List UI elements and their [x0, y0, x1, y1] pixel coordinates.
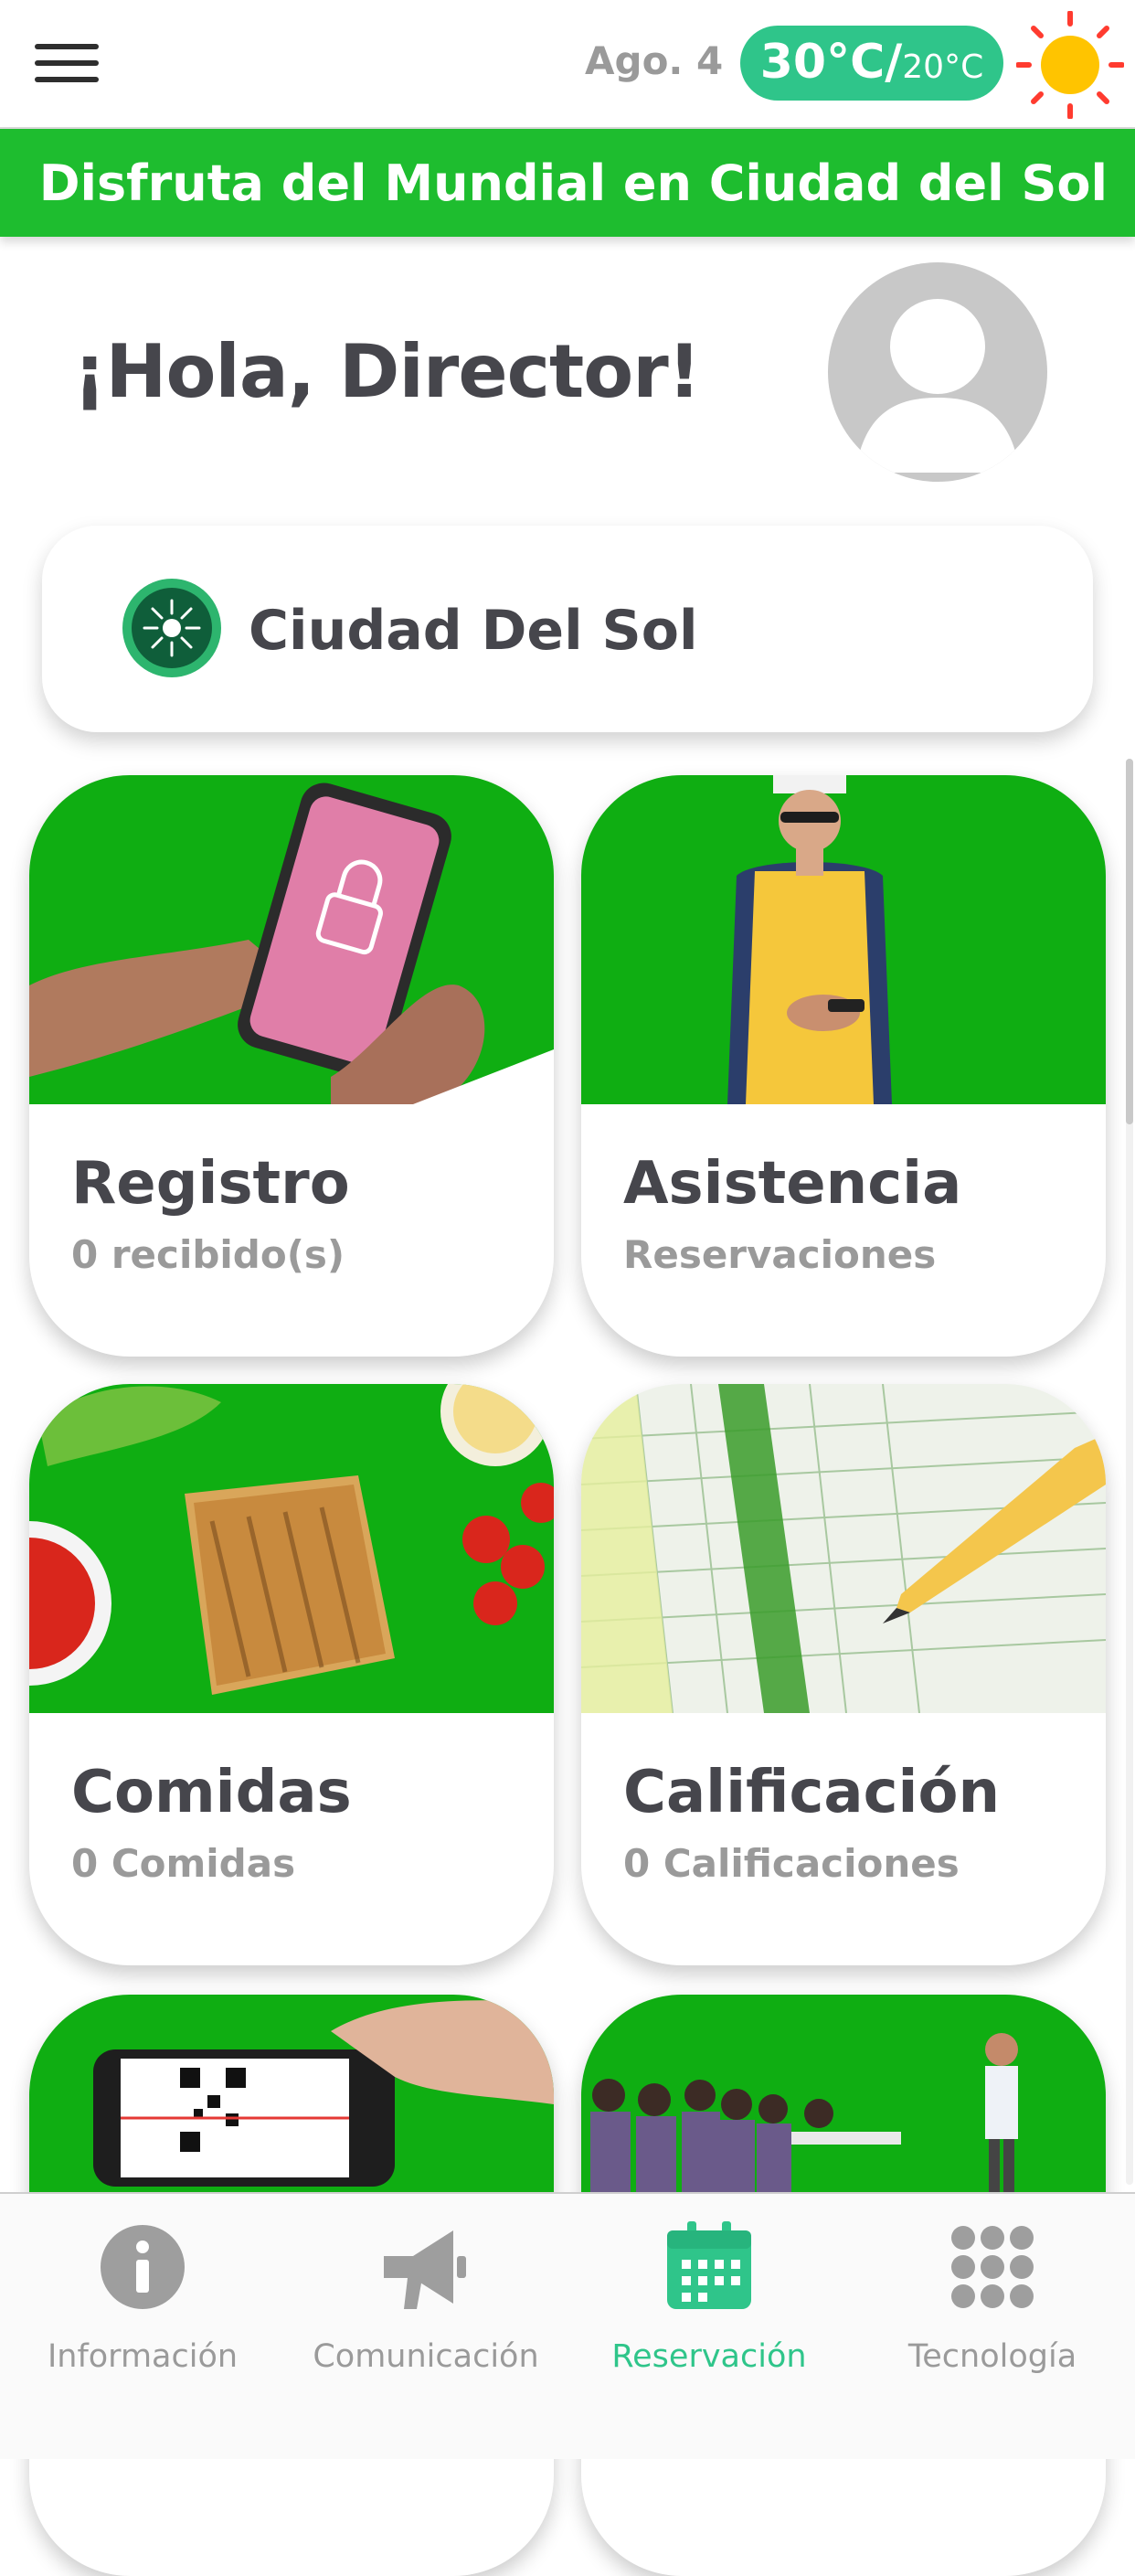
nav-label: Reservación	[611, 2338, 807, 2375]
card-calificacion[interactable]: Calificación 0 Calificaciones	[581, 1384, 1106, 1965]
card-comidas[interactable]: Comidas 0 Comidas	[29, 1384, 554, 1965]
greeting-title: ¡Hola, Director!	[73, 329, 701, 414]
scrollbar-thumb[interactable]	[1126, 759, 1133, 1124]
grid-dots-icon	[951, 2226, 1034, 2308]
scrollbar[interactable]	[1126, 759, 1133, 2185]
card-subtitle: 0 recibido(s)	[71, 1232, 345, 1277]
sandwich-image	[29, 1384, 554, 1713]
school-card[interactable]: Ciudad Del Sol	[42, 526, 1093, 732]
temperature-badge: 30°C / 20°C	[740, 26, 1003, 101]
date-label: Ago. 4	[585, 38, 724, 83]
temp-high: 30°C	[759, 35, 886, 90]
card-subtitle: 0 Comidas	[71, 1841, 296, 1886]
nav-tecnologia[interactable]: Tecnología	[855, 2221, 1130, 2404]
bottom-navigation: Información Comunicación Reservación Tec…	[0, 2192, 1135, 2459]
card-title: Calificación	[623, 1759, 1000, 1826]
calendar-icon	[667, 2221, 751, 2309]
sun-icon	[1016, 11, 1124, 119]
info-icon	[101, 2225, 185, 2309]
menu-line	[35, 60, 99, 66]
card-subtitle: 0 Calificaciones	[623, 1841, 960, 1886]
nav-reservacion[interactable]: Reservación	[572, 2221, 846, 2404]
emblem-inner	[132, 588, 212, 668]
card-registro[interactable]: Registro 0 recibido(s)	[29, 775, 554, 1357]
temp-low: 20°C	[902, 48, 984, 86]
nav-label: Comunicación	[313, 2338, 539, 2375]
nav-informacion[interactable]: Información	[5, 2221, 280, 2404]
card-title: Asistencia	[623, 1150, 962, 1218]
school-name: Ciudad Del Sol	[249, 599, 698, 663]
sun-emblem-icon	[122, 579, 221, 677]
staff-clipboard-image	[581, 775, 1106, 1104]
announcement-banner[interactable]: Disfruta del Mundial en Ciudad del Sol	[0, 129, 1135, 237]
temp-separator: /	[885, 35, 903, 90]
card-asistencia[interactable]: Asistencia Reservaciones	[581, 775, 1106, 1357]
menu-line	[35, 77, 99, 82]
avatar[interactable]	[828, 262, 1047, 482]
card-title: Comidas	[71, 1759, 352, 1826]
top-bar: Ago. 4 30°C / 20°C	[0, 0, 1135, 129]
card-subtitle: Reservaciones	[623, 1232, 937, 1277]
banner-text: Disfruta del Mundial en Ciudad del Sol	[38, 154, 1108, 212]
nav-comunicacion[interactable]: Comunicación	[289, 2221, 563, 2404]
phone-lock-image	[29, 775, 554, 1104]
emblem-rays	[143, 599, 201, 657]
scorecard-image	[581, 1384, 1106, 1713]
menu-line	[35, 44, 99, 49]
nav-label: Información	[47, 2338, 239, 2375]
card-title: Registro	[71, 1150, 350, 1218]
menu-icon[interactable]	[35, 44, 99, 82]
nav-label: Tecnología	[907, 2338, 1077, 2375]
megaphone-icon	[384, 2230, 466, 2309]
user-silhouette-icon	[855, 299, 1020, 473]
